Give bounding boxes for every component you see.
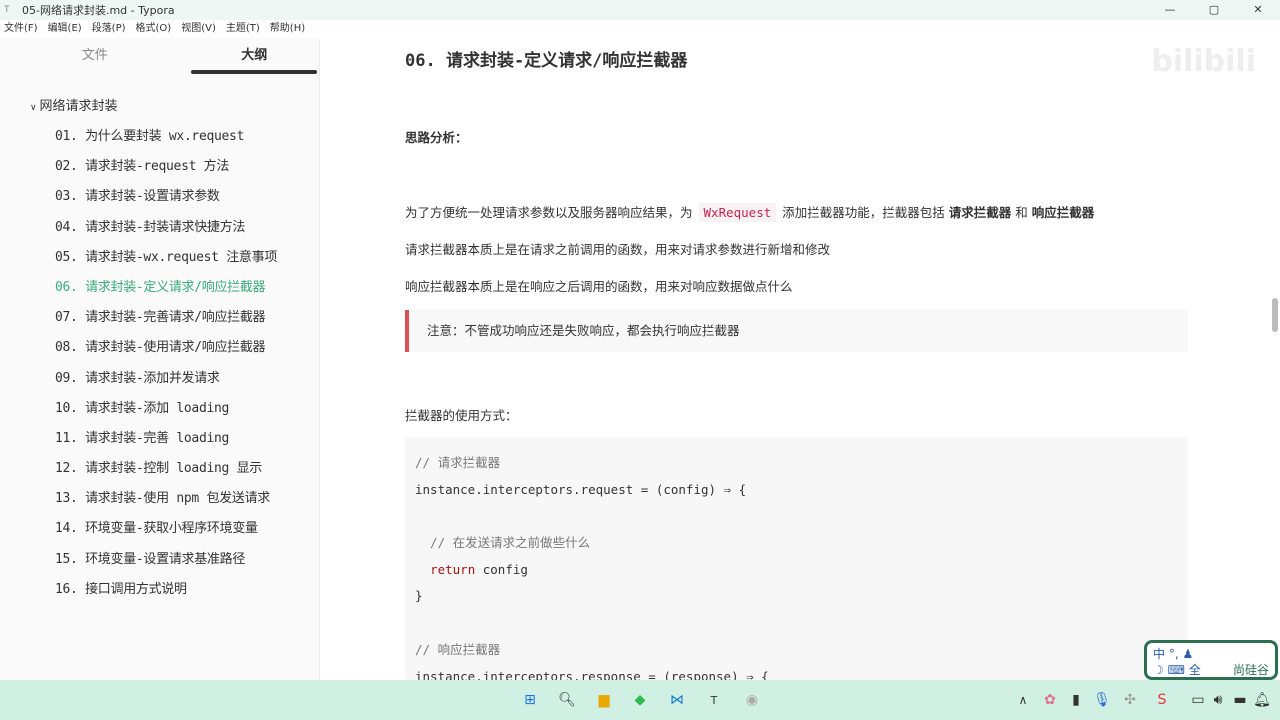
code-line: instance.interceptors.response = (respon…	[415, 668, 769, 681]
outline-item[interactable]: 13. 请求封装-使用 npm 包发送请求	[0, 484, 319, 514]
outline-item[interactable]: 07. 请求封装-完善请求/响应拦截器	[0, 303, 319, 333]
outline-root-label: 网络请求封装	[39, 99, 118, 114]
outline-item[interactable]: 02. 请求封装-request 方法	[0, 152, 319, 182]
outline-item[interactable]: 14. 环境变量-获取小程序环境变量	[0, 514, 319, 544]
battery-icon[interactable]: ▬	[1228, 692, 1252, 708]
menu-theme[interactable]: 主题(T)	[226, 20, 260, 38]
typora-app-icon: T	[4, 5, 10, 15]
outline-root[interactable]: ∨ 网络请求封装	[0, 92, 319, 122]
windows-start-icon[interactable]: ⊞	[518, 692, 542, 708]
code-line: return config	[430, 561, 528, 577]
search-icon[interactable]: 🔍︎	[555, 692, 579, 708]
wechat-devtools-icon[interactable]: ◆	[628, 692, 652, 708]
notification-bell-icon[interactable]: 🔔︎	[1250, 692, 1274, 708]
outline-item[interactable]: 12. 请求封装-控制 loading 显示	[0, 454, 319, 484]
microphone-icon[interactable]: 🎙︎	[1090, 692, 1114, 708]
volume-icon[interactable]: 🔊︎	[1206, 692, 1230, 708]
outline-item[interactable]: 08. 请求封装-使用请求/响应拦截器	[0, 333, 319, 363]
code-line: // 请求拦截器	[415, 455, 501, 470]
code-block[interactable]: // 请求拦截器 instance.interceptors.request =…	[405, 438, 1188, 680]
p1-text-2: 添加拦截器功能，拦截器包括	[782, 205, 945, 220]
minimize-button[interactable]: —	[1148, 0, 1192, 20]
p1-bold-request: 请求拦截器	[948, 205, 1012, 220]
tab-files[interactable]: 文件	[0, 38, 189, 74]
outline-item[interactable]: 06. 请求封装-定义请求/响应拦截器	[0, 273, 319, 303]
analysis-label: 思路分析：	[405, 130, 468, 145]
ime-widget[interactable]: 中 °, ♟ ☽ ⌨ 全 尚硅谷	[1144, 640, 1278, 680]
menu-view[interactable]: 视图(V)	[181, 20, 216, 38]
vscode-icon[interactable]: ⋈	[665, 692, 689, 708]
outline-item[interactable]: 01. 为什么要封装 wx.request	[0, 122, 319, 152]
maximize-button[interactable]: ▢	[1192, 0, 1236, 20]
code-line: }	[415, 588, 423, 604]
window-title: 05-网络请求封装.md - Typora	[22, 4, 175, 17]
paragraph-3: 响应拦截器本质上是在响应之后调用的函数，用来对响应数据做点什么	[405, 279, 793, 294]
inline-code: WxRequest	[698, 203, 777, 222]
code-line: // 响应拦截器	[415, 641, 501, 657]
usage-label: 拦截器的使用方式：	[405, 408, 518, 423]
ime-tray-icon[interactable]: ✣	[1118, 692, 1142, 708]
menu-file[interactable]: 文件(F)	[4, 20, 38, 38]
app-icon[interactable]: ◉	[740, 692, 764, 708]
outline-item[interactable]: 09. 请求封装-添加并发请求	[0, 364, 319, 394]
title-bar: T 05-网络请求封装.md - Typora — ▢ ✕	[0, 0, 1280, 20]
ime-line1: 中 °, ♟	[1153, 647, 1194, 661]
menu-help[interactable]: 帮助(H)	[270, 20, 305, 38]
outline-item[interactable]: 16. 接口调用方式说明	[0, 575, 319, 605]
paragraph-2: 请求拦截器本质上是在请求之前调用的函数，用来对请求参数进行新增和修改	[405, 242, 831, 257]
tray-app-icon[interactable]: ✿	[1038, 692, 1062, 708]
outline-item[interactable]: 10. 请求封装-添加 loading	[0, 394, 319, 424]
sogou-icon[interactable]: S	[1150, 692, 1174, 708]
outline-item[interactable]: 11. 请求封装-完善 loading	[0, 424, 319, 454]
scrollbar[interactable]	[1272, 298, 1278, 332]
bilibili-watermark: bilibili	[1151, 44, 1256, 79]
ime-brand: 尚硅谷	[1232, 663, 1269, 677]
menu-edit[interactable]: 编辑(E)	[48, 20, 82, 38]
menu-bar: 文件(F) 编辑(E) 段落(P) 格式(O) 视图(V) 主题(T) 帮助(H…	[0, 20, 320, 38]
file-explorer-icon[interactable]: ▆	[592, 692, 616, 708]
code-line: instance.interceptors.request = (config)…	[415, 481, 747, 497]
menu-format[interactable]: 格式(O)	[136, 20, 172, 38]
chevron-up-icon[interactable]: ∧	[1011, 693, 1035, 707]
outline-item[interactable]: 04. 请求封装-封装请求快捷方法	[0, 213, 319, 243]
ime-line2: ☽ ⌨ 全	[1153, 663, 1201, 677]
p1-bold-response: 响应拦截器	[1031, 205, 1095, 220]
bookmark-icon[interactable]: ▮	[1064, 692, 1088, 708]
blockquote: 注意：不管成功响应还是失败响应，都会执行响应拦截器	[405, 310, 1188, 352]
menu-paragraph[interactable]: 段落(P)	[92, 20, 126, 38]
outline-item[interactable]: 05. 请求封装-wx.request 注意事项	[0, 243, 319, 273]
outline-item[interactable]: 03. 请求封装-设置请求参数	[0, 182, 319, 212]
outline-list: ∨ 网络请求封装 01. 为什么要封装 wx.request 02. 请求封装-r…	[0, 74, 319, 605]
p1-and: 和	[1015, 205, 1028, 220]
taskbar: ⊞ 🔍︎ ▆ ◆ ⋈ T ◉ ∧ ✿ ▮ 🎙︎ ✣ S ▭ 🔊︎ ▬ 🔔︎	[0, 680, 1280, 720]
p1-text: 为了方便统一处理请求参数以及服务器响应结果，为	[405, 205, 693, 220]
editor[interactable]: bilibili 06. 请求封装-定义请求/响应拦截器 思路分析： 为了方便统…	[320, 20, 1280, 680]
close-button[interactable]: ✕	[1236, 0, 1280, 20]
outline-item[interactable]: 15. 环境变量-设置请求基准路径	[0, 545, 319, 575]
typora-icon[interactable]: T	[702, 694, 726, 707]
heading: 06. 请求封装-定义请求/响应拦截器	[405, 51, 688, 71]
paragraph-1: 为了方便统一处理请求参数以及服务器响应结果，为 WxRequest 添加拦截器功能，…	[405, 202, 1095, 222]
sidebar: 文件 大纲 ∨ 网络请求封装 01. 为什么要封装 wx.request 02. …	[0, 38, 320, 680]
code-line: // 在发送请求之前做些什么	[415, 535, 591, 551]
tab-outline[interactable]: 大纲	[189, 38, 319, 74]
